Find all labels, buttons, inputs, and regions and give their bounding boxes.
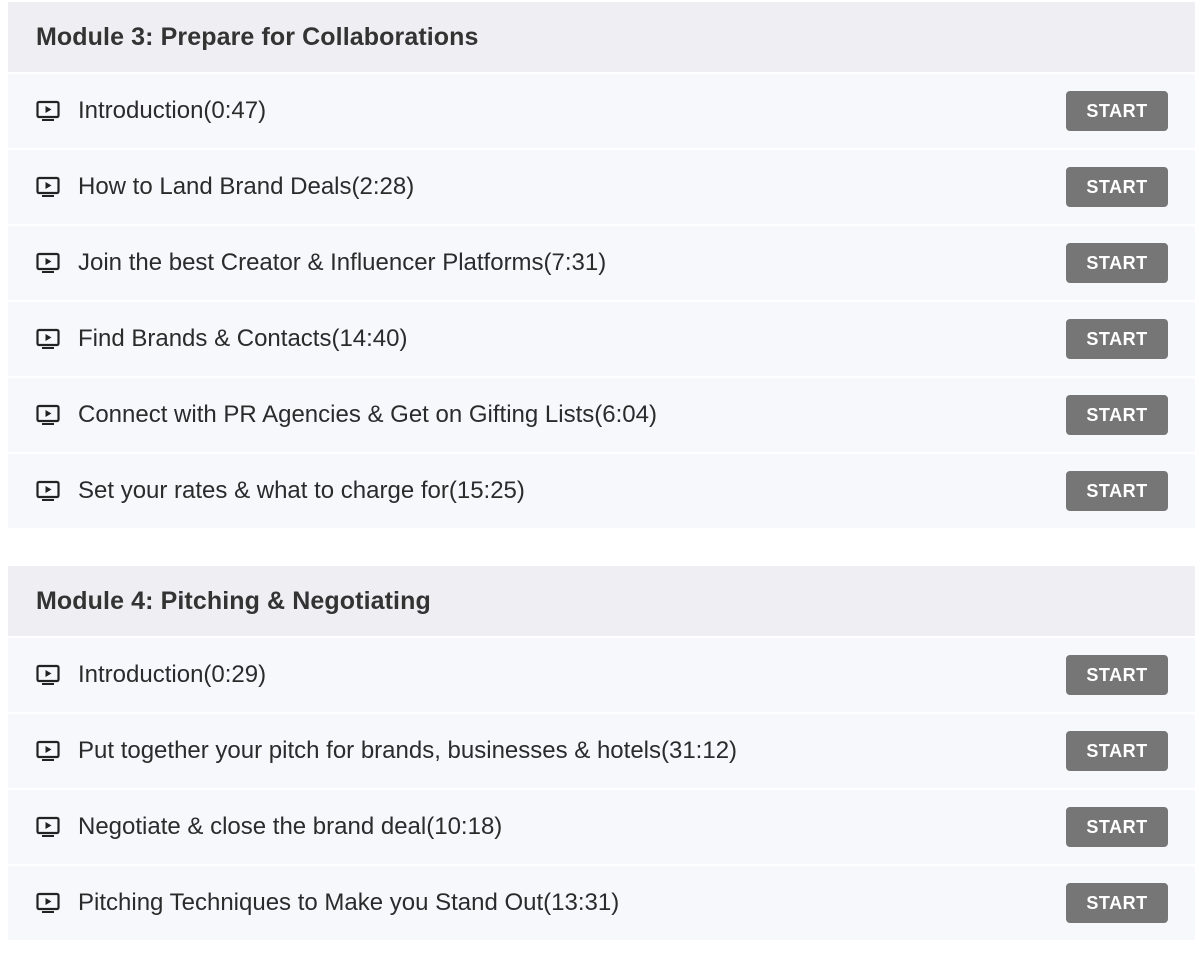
lesson-row[interactable]: Join the best Creator & Influencer Platf… (8, 226, 1195, 302)
lesson-row[interactable]: Connect with PR Agencies & Get on Giftin… (8, 378, 1195, 454)
start-button[interactable]: START (1066, 319, 1168, 359)
start-button[interactable]: START (1066, 655, 1168, 695)
lesson-row[interactable]: Pitching Techniques to Make you Stand Ou… (8, 866, 1195, 942)
lesson-title: Introduction(0:29) (78, 661, 267, 688)
course-curriculum: Module 3: Prepare for Collaborations Int… (0, 0, 1200, 958)
module-title: Module 3: Prepare for Collaborations (36, 22, 479, 51)
video-play-icon (36, 664, 60, 686)
start-button[interactable]: START (1066, 167, 1168, 207)
video-play-icon (36, 892, 60, 914)
video-play-icon (36, 100, 60, 122)
lesson-row[interactable]: How to Land Brand Deals(2:28) START (8, 150, 1195, 226)
lesson-title: How to Land Brand Deals(2:28) (78, 173, 415, 200)
video-play-icon (36, 176, 60, 198)
module-header: Module 3: Prepare for Collaborations (8, 2, 1195, 74)
module-header: Module 4: Pitching & Negotiating (8, 566, 1195, 638)
lesson-title: Join the best Creator & Influencer Platf… (78, 249, 607, 276)
video-play-icon (36, 404, 60, 426)
start-button[interactable]: START (1066, 243, 1168, 283)
module-section: Module 3: Prepare for Collaborations Int… (8, 2, 1195, 530)
lesson-title: Set your rates & what to charge for(15:2… (78, 477, 525, 504)
start-button[interactable]: START (1066, 731, 1168, 771)
lesson-title: Negotiate & close the brand deal(10:18) (78, 813, 503, 840)
module-title: Module 4: Pitching & Negotiating (36, 586, 431, 615)
module-section: Module 4: Pitching & Negotiating Introdu… (8, 566, 1195, 942)
start-button[interactable]: START (1066, 883, 1168, 923)
lesson-title: Put together your pitch for brands, busi… (78, 737, 738, 764)
lesson-title: Introduction(0:47) (78, 97, 267, 124)
lesson-row[interactable]: Introduction(0:47) START (8, 74, 1195, 150)
start-button[interactable]: START (1066, 91, 1168, 131)
lesson-title: Pitching Techniques to Make you Stand Ou… (78, 889, 620, 916)
video-play-icon (36, 252, 60, 274)
start-button[interactable]: START (1066, 395, 1168, 435)
lesson-title: Find Brands & Contacts(14:40) (78, 325, 408, 352)
lesson-row[interactable]: Introduction(0:29) START (8, 638, 1195, 714)
lesson-row[interactable]: Set your rates & what to charge for(15:2… (8, 454, 1195, 530)
lesson-row[interactable]: Negotiate & close the brand deal(10:18) … (8, 790, 1195, 866)
video-play-icon (36, 328, 60, 350)
video-play-icon (36, 816, 60, 838)
start-button[interactable]: START (1066, 471, 1168, 511)
start-button[interactable]: START (1066, 807, 1168, 847)
lesson-row[interactable]: Find Brands & Contacts(14:40) START (8, 302, 1195, 378)
video-play-icon (36, 740, 60, 762)
lesson-row[interactable]: Put together your pitch for brands, busi… (8, 714, 1195, 790)
lesson-title: Connect with PR Agencies & Get on Giftin… (78, 401, 657, 428)
video-play-icon (36, 480, 60, 502)
